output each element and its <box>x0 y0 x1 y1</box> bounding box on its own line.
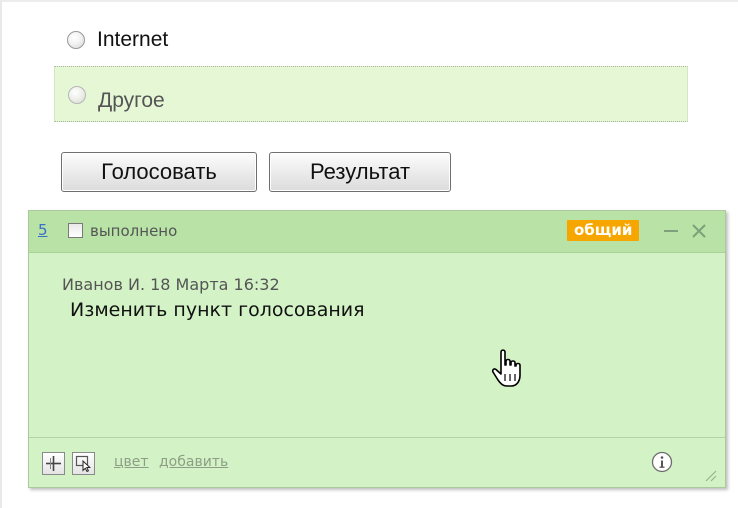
select-icon <box>75 455 91 472</box>
close-icon[interactable] <box>689 221 709 241</box>
radio-label-other: Другое <box>98 89 165 112</box>
minimize-icon[interactable] <box>661 221 681 241</box>
top-border <box>0 0 738 2</box>
select-button[interactable] <box>72 452 95 475</box>
shared-badge: общий <box>567 220 640 241</box>
hand-cursor-icon <box>491 349 521 387</box>
left-border <box>0 0 2 508</box>
note-number-link[interactable]: 5 <box>38 221 48 239</box>
result-button[interactable]: Результат <box>269 152 451 192</box>
done-label: выполнено <box>90 222 178 240</box>
note-footer: цвет добавить <box>29 437 725 487</box>
info-icon[interactable] <box>651 451 673 473</box>
note-header: 5 выполнено общий <box>29 211 725 253</box>
move-icon <box>46 456 61 471</box>
vote-button[interactable]: Голосовать <box>61 152 257 192</box>
note-author-line: Иванов И. 18 Марта 16:32 <box>62 275 280 294</box>
radio-label-internet: Internet <box>97 28 169 51</box>
poll-option-internet[interactable]: Internet <box>54 14 688 70</box>
color-link[interactable]: цвет <box>114 454 149 470</box>
radio-other[interactable] <box>68 86 86 104</box>
page: Internet Другое Голосовать Результат 5 в… <box>0 0 738 508</box>
note-text[interactable]: Изменить пункт голосования <box>70 299 365 321</box>
move-button[interactable] <box>42 452 65 475</box>
sticky-note: 5 выполнено общий Иванов И. 18 Марта 16:… <box>28 210 726 488</box>
radio-internet[interactable] <box>67 31 85 49</box>
resize-grip-icon[interactable] <box>701 466 717 482</box>
done-checkbox[interactable] <box>68 223 83 238</box>
poll-option-other[interactable]: Другое <box>54 66 688 122</box>
add-link[interactable]: добавить <box>159 454 228 470</box>
